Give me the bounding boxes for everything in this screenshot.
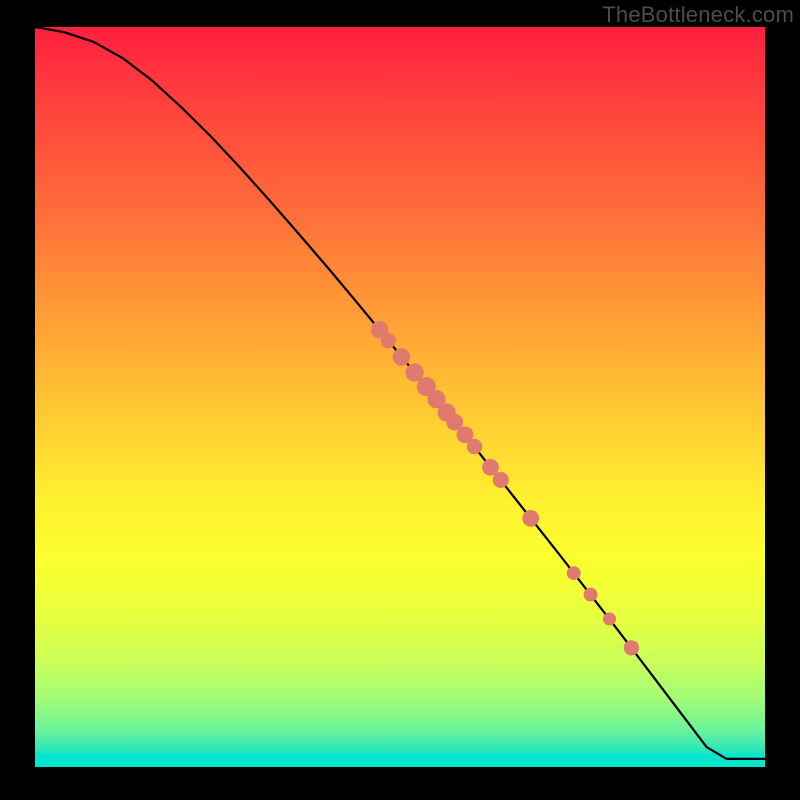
bottleneck-curve [35, 27, 765, 759]
plot-area [35, 27, 765, 767]
data-point [381, 333, 396, 348]
data-point [522, 510, 539, 527]
data-point [567, 566, 581, 580]
chart-frame: TheBottleneck.com [0, 0, 800, 800]
data-point [584, 588, 598, 602]
data-point [393, 348, 411, 366]
chart-svg [35, 27, 765, 767]
watermark-text: TheBottleneck.com [602, 2, 794, 28]
data-point [603, 612, 616, 625]
data-point [624, 640, 639, 655]
data-point [493, 472, 509, 488]
data-point [467, 439, 482, 454]
